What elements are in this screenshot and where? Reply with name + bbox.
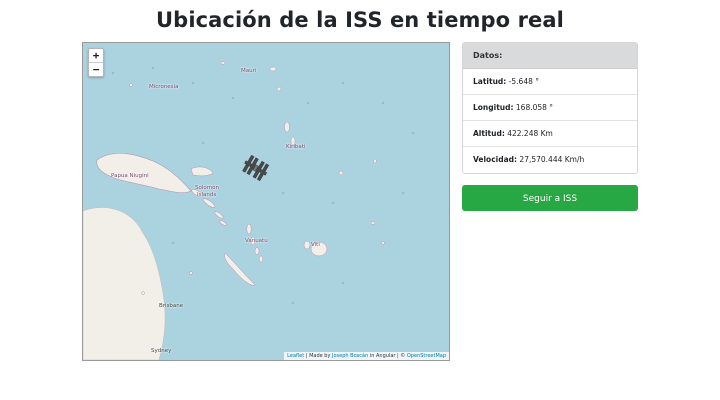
longitude-row: Longitud: 168.058 °	[463, 95, 637, 121]
altitude-label: Altitud:	[473, 129, 505, 138]
leaflet-link[interactable]: Leaflet	[287, 353, 304, 359]
new-caledonia-land	[224, 252, 256, 286]
altitude-value: 422.248 Km	[507, 129, 553, 138]
iss-map[interactable]: + − Micronesia Mauri Kiribati Papua Niug…	[82, 42, 450, 361]
data-card-header: Datos:	[463, 43, 637, 69]
australia-land	[83, 207, 166, 360]
label-papua: Papua Niugini	[111, 173, 149, 179]
latitude-value: -5.648 °	[508, 77, 539, 86]
page-title: Ubicación de la ISS en tiempo real	[156, 8, 564, 32]
attribution-made-by: | Made by	[305, 353, 331, 359]
label-vanuatu: Vanuatu	[245, 238, 268, 244]
velocity-label: Velocidad:	[473, 155, 518, 164]
label-solomon-2: Islands	[197, 192, 217, 198]
iss-satellite-icon	[242, 154, 270, 182]
author-link[interactable]: Joseph Boscán	[332, 353, 368, 359]
attribution-in-angular: in Angular | ©	[369, 353, 406, 359]
label-brisbane: Brisbane	[159, 303, 184, 309]
osm-link[interactable]: OpenStreetMap	[407, 353, 446, 359]
label-kiribati: Kiribati	[286, 144, 306, 150]
label-sydney: Sydney	[151, 348, 172, 354]
latitude-row: Latitud: -5.648 °	[463, 69, 637, 95]
velocity-row: Velocidad: 27,570.444 Km/h	[463, 147, 637, 172]
longitude-label: Longitud:	[473, 103, 514, 112]
latitude-label: Latitud:	[473, 77, 507, 86]
new-britain-land	[190, 166, 214, 177]
longitude-value: 168.058 °	[515, 103, 554, 112]
label-mauri: Mauri	[241, 68, 257, 74]
follow-iss-button[interactable]: Seguir a ISS	[462, 185, 638, 211]
zoom-control: + −	[88, 48, 104, 77]
data-card: Datos: Latitud: -5.648 ° Longitud: 168.0…	[462, 42, 638, 174]
label-micronesia: Micronesia	[149, 84, 179, 90]
zoom-in-button[interactable]: +	[89, 49, 103, 62]
map-tiles	[83, 61, 415, 360]
altitude-row: Altitud: 422.248 Km	[463, 121, 637, 147]
zoom-out-button[interactable]: −	[89, 62, 103, 76]
velocity-value: 27,570.444 Km/h	[519, 155, 585, 164]
label-solomon-1: Solomon	[195, 185, 219, 191]
map-attribution: Leaflet | Made by Joseph Boscán in Angul…	[284, 352, 449, 360]
label-viti: Viti	[311, 242, 320, 248]
